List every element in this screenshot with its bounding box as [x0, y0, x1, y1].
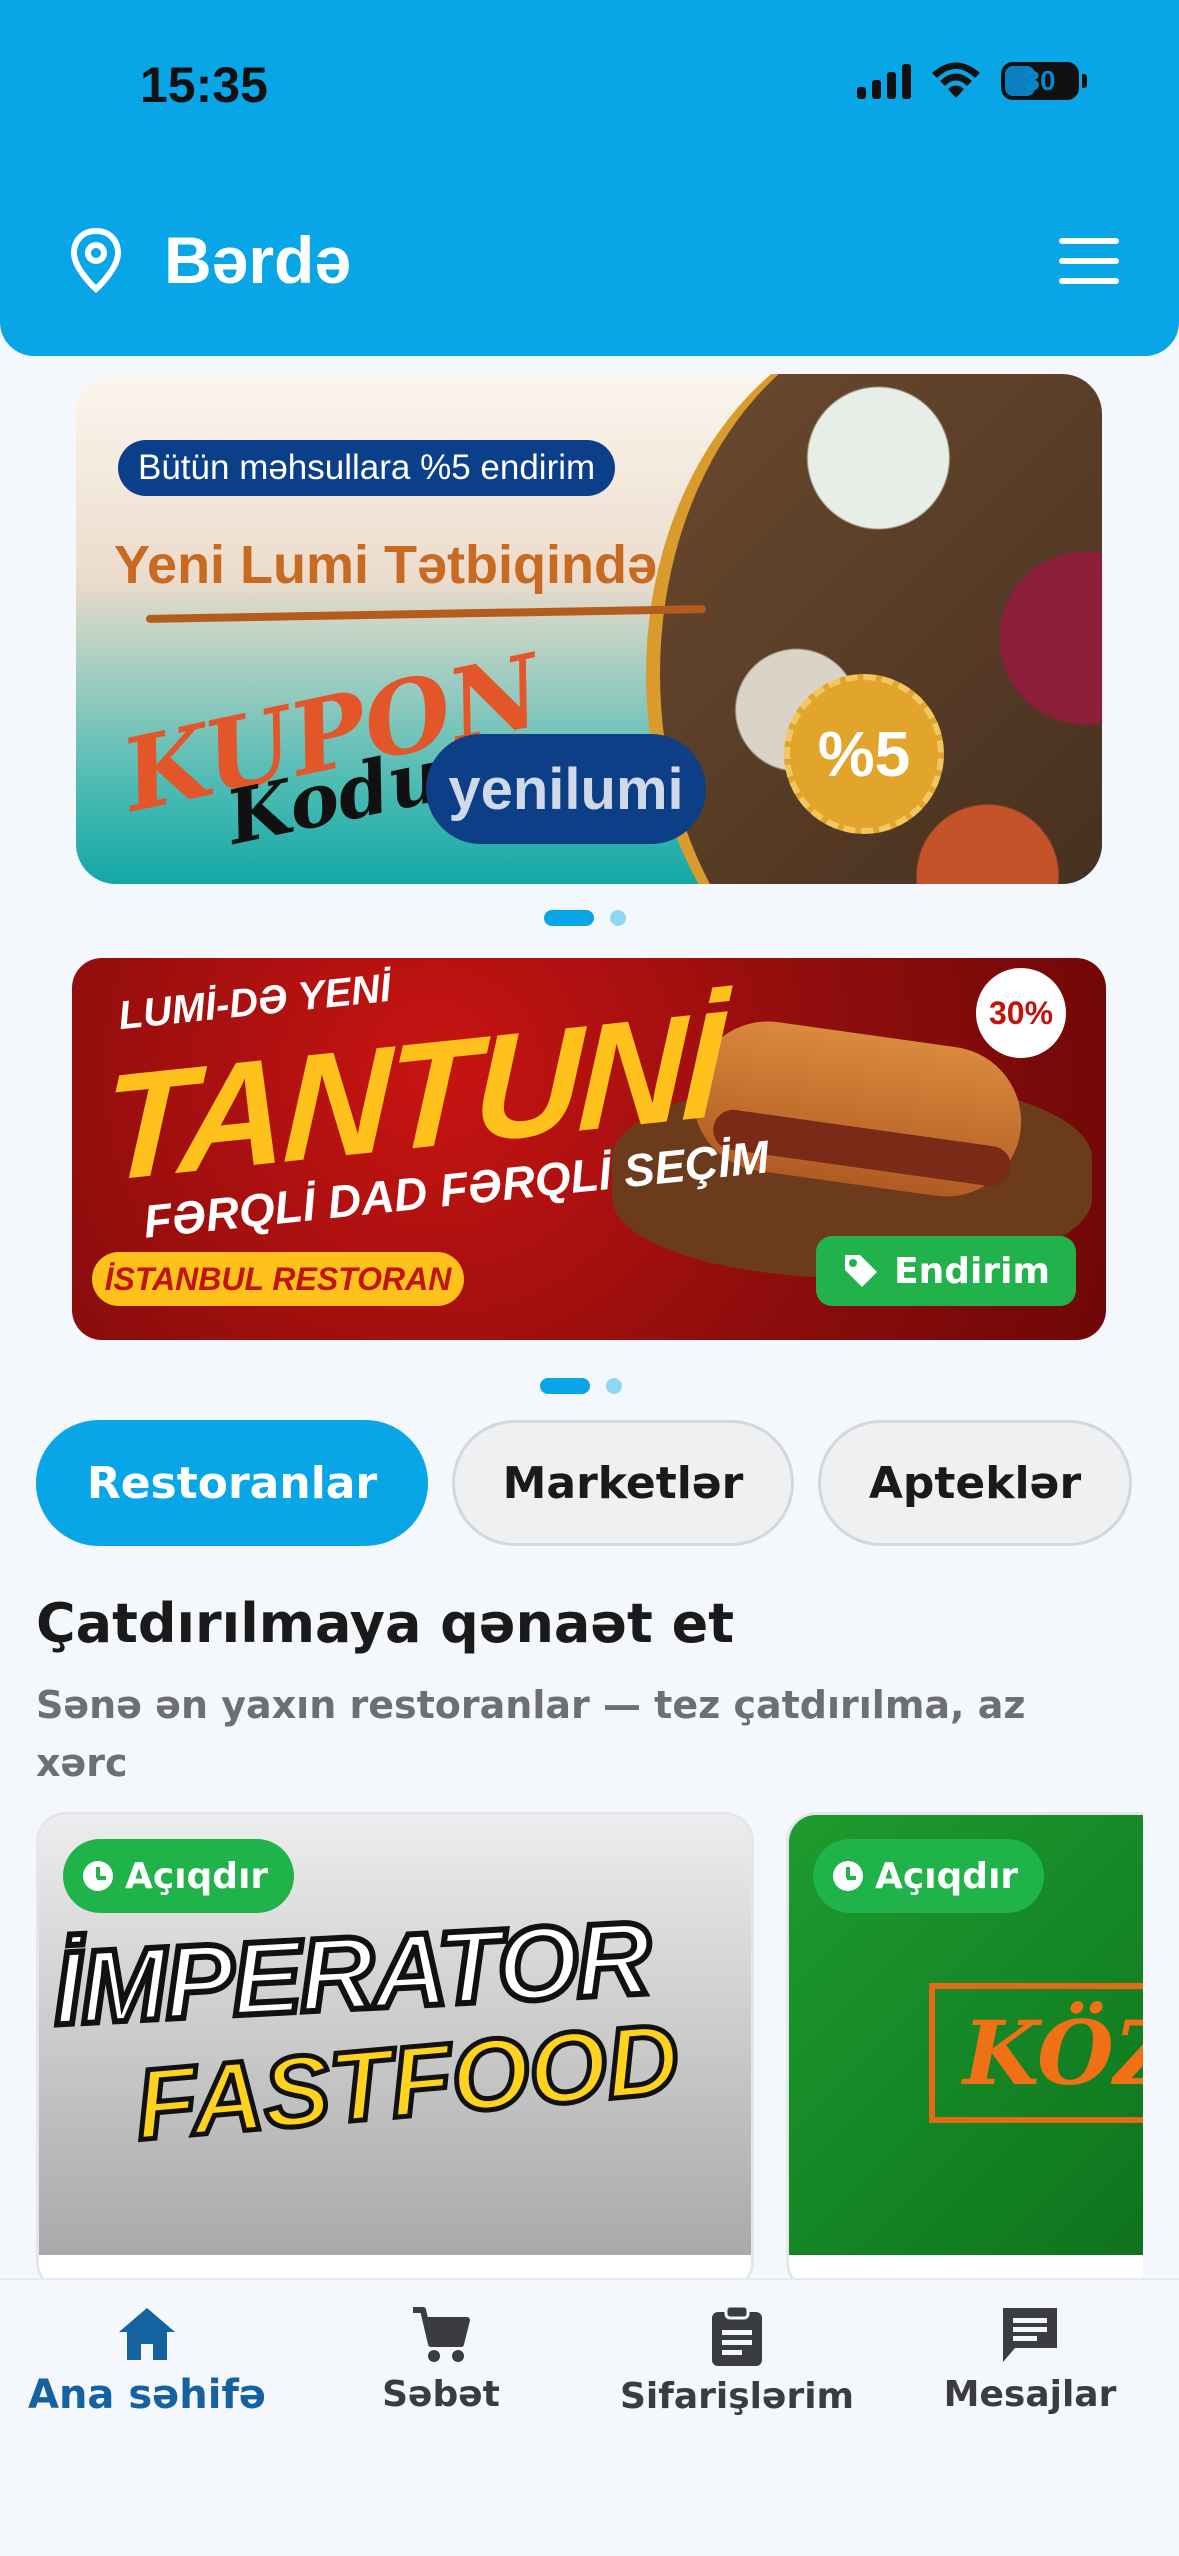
discount-badge: %5	[784, 674, 944, 834]
location-pin-icon	[70, 227, 122, 293]
orders-icon	[712, 2304, 762, 2366]
status-icons: 30	[857, 62, 1087, 100]
tag-icon	[845, 1255, 878, 1287]
discount-button[interactable]: Endirim	[816, 1236, 1076, 1306]
banner-title: Yeni Lumi Tətbiqində	[114, 535, 658, 595]
open-status-text: Açıqdır	[875, 1855, 1019, 1897]
clock-icon	[83, 1861, 113, 1891]
nav-label: Ana səhifə	[27, 2372, 266, 2418]
carousel-dots-bottom	[540, 1378, 622, 1394]
category-tabs: Restoranlar Marketlər Apteklər	[36, 1420, 1132, 1546]
app-header: 15:35 30 Bərdə	[0, 0, 1179, 356]
restaurant-carousel: İMPERATOR FASTFOOD Açıqdır KÖZ U Açıqdır	[36, 1812, 1143, 2282]
carousel-dot-active[interactable]	[540, 1378, 590, 1394]
nav-label: Səbət	[382, 2374, 500, 2415]
coupon-code: yenilumi	[426, 734, 706, 844]
nav-orders[interactable]: Sifarişlərim	[612, 2304, 862, 2417]
carousel-dot[interactable]	[606, 1378, 622, 1394]
percent-badge: 30%	[976, 968, 1066, 1058]
banner-pill: Bütün məhsullara %5 endirim	[118, 440, 616, 496]
tab-restaurants[interactable]: Restoranlar	[36, 1420, 428, 1546]
open-status-badge: Açıqdır	[813, 1839, 1045, 1913]
tab-pharmacies[interactable]: Apteklər	[818, 1420, 1132, 1546]
open-status-badge: Açıqdır	[63, 1839, 295, 1913]
bottom-navigation: Ana səhifə Səbət Sifarişlərim Mesajlar	[0, 2278, 1179, 2556]
battery-level: 30	[1024, 65, 1056, 96]
status-time: 15:35	[140, 57, 268, 113]
tab-markets[interactable]: Marketlər	[452, 1420, 794, 1546]
messages-icon	[1003, 2308, 1057, 2362]
cellular-signal-icon	[857, 63, 911, 99]
carousel-dot[interactable]	[610, 910, 626, 926]
nav-label: Mesajlar	[943, 2374, 1117, 2415]
carousel-dots-top	[544, 910, 626, 926]
location-selector[interactable]: Bərdə	[68, 222, 351, 298]
nav-label: Sifarişlərim	[619, 2376, 855, 2417]
restaurant-card[interactable]: KÖZ U Açıqdır	[786, 1812, 1143, 2282]
promo-banner-coupon[interactable]: Bütün məhsullara %5 endirim Yeni Lumi Tə…	[76, 374, 1102, 884]
discount-label: Endirim	[894, 1250, 1050, 1292]
nav-home[interactable]: Ana səhifə	[24, 2304, 270, 2418]
section-subtitle: Sənə ən yaxın restoranlar — tez çatdırıl…	[36, 1683, 1026, 1785]
nav-cart[interactable]: Səbət	[346, 2304, 536, 2415]
battery-icon: 30	[1001, 62, 1087, 100]
restaurant-card[interactable]: İMPERATOR FASTFOOD Açıqdır	[36, 1812, 754, 2282]
cart-icon	[413, 2307, 470, 2362]
promo-banner-tantuni[interactable]: LUMİ-DƏ YENİ TANTUNİ FƏRQLİ DAD FƏRQLİ S…	[72, 958, 1106, 1340]
nav-messages[interactable]: Mesajlar	[930, 2304, 1130, 2415]
menu-icon[interactable]	[1059, 238, 1119, 284]
carousel-dot-active[interactable]	[544, 910, 594, 926]
home-icon	[119, 2308, 175, 2360]
city-name: Bərdə	[164, 223, 352, 297]
banner-underline	[145, 605, 707, 623]
section-title: Çatdırılmaya qənaət et	[36, 1592, 735, 1655]
clock-icon	[833, 1861, 863, 1891]
restaurant-pill: İSTANBUL RESTORAN	[92, 1252, 464, 1306]
open-status-text: Açıqdır	[125, 1855, 269, 1897]
wifi-icon	[932, 62, 980, 98]
logo-text-line1: KÖZ U	[929, 1983, 1143, 2123]
